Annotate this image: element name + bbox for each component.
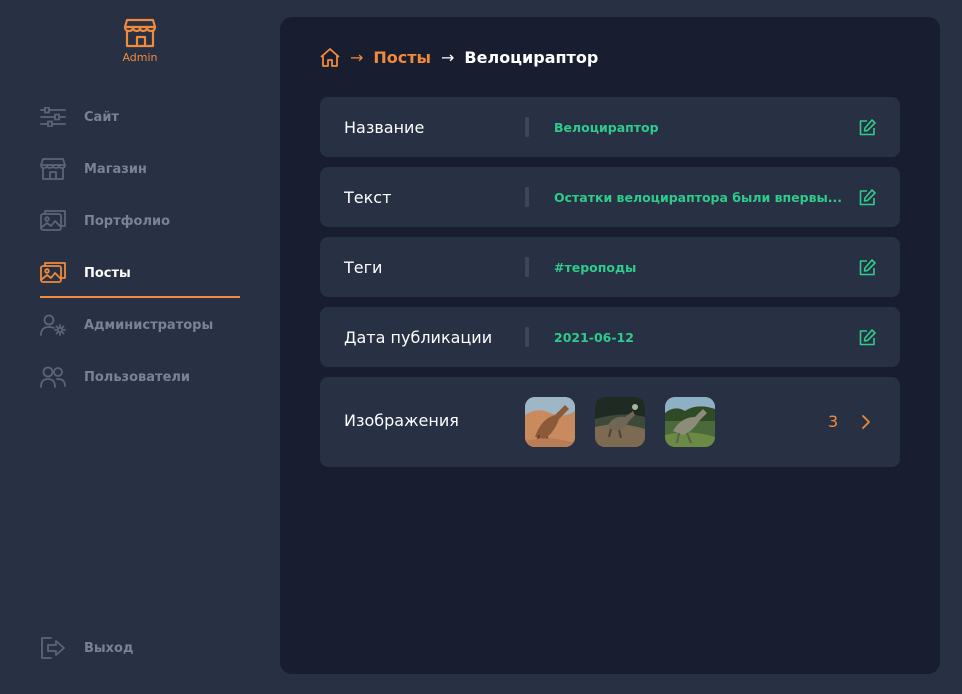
image-thumbnail[interactable] <box>595 397 645 447</box>
chevron-right-icon[interactable] <box>858 413 874 431</box>
sidebar-item-users[interactable]: Пользователи <box>40 362 240 392</box>
home-icon[interactable] <box>320 47 340 67</box>
posts-gallery-icon <box>40 262 66 284</box>
sidebar-item-shop[interactable]: Магазин <box>40 154 240 184</box>
edit-icon[interactable] <box>858 258 876 276</box>
edit-icon[interactable] <box>858 188 876 206</box>
field-label: Теги <box>344 257 383 277</box>
admin-user-icon <box>40 314 66 336</box>
sidebar-item-portfolio[interactable]: Портфолио <box>40 206 240 236</box>
image-thumbnail[interactable] <box>665 397 715 447</box>
sidebar-item-label: Посты <box>84 265 131 281</box>
field-value: Остатки велоцираптора были впервы... <box>554 189 843 205</box>
admin-logo[interactable]: Admin <box>100 18 180 64</box>
breadcrumb-posts-link[interactable]: Посты <box>373 48 431 67</box>
logout-label: Выход <box>84 640 134 656</box>
sidebar-item-label: Сайт <box>84 109 119 125</box>
sliders-icon <box>40 106 66 128</box>
field-divider <box>525 187 529 207</box>
field-value: 2021-06-12 <box>554 329 634 345</box>
field-divider <box>525 327 529 347</box>
edit-icon[interactable] <box>858 118 876 136</box>
logout-button[interactable]: Выход <box>40 633 240 663</box>
active-indicator <box>40 296 240 298</box>
users-icon <box>40 366 66 388</box>
field-label: Дата публикации <box>344 327 493 347</box>
sidebar-item-admins[interactable]: Администраторы <box>40 310 240 340</box>
field-divider <box>525 257 529 277</box>
field-row-text: Текст Остатки велоцираптора были впервы.… <box>320 167 900 227</box>
gallery-icon <box>40 210 66 232</box>
breadcrumb-arrow-icon: → <box>350 47 364 67</box>
sidebar-item-site[interactable]: Сайт <box>40 102 240 132</box>
sidebar-item-label: Администраторы <box>84 317 214 333</box>
image-count: 3 <box>828 412 839 431</box>
main-panel: → Посты → Велоцираптор Название Велоцира… <box>280 17 940 674</box>
sidebar-item-label: Пользователи <box>84 369 191 385</box>
image-thumbnail[interactable] <box>525 397 575 447</box>
sidebar-item-label: Портфолио <box>84 213 171 229</box>
breadcrumb-current: Велоцираптор <box>464 47 599 67</box>
sidebar-item-posts[interactable]: Посты <box>40 258 240 288</box>
field-row-title: Название Велоцираптор <box>320 97 900 157</box>
sidebar: Admin Сайт Магазин Портфолио Посты Админ… <box>0 0 280 694</box>
field-divider <box>525 117 529 137</box>
field-label: Изображения <box>344 411 459 430</box>
field-row-tags: Теги #тероподы <box>320 237 900 297</box>
storefront-icon <box>123 18 157 48</box>
field-row-date: Дата публикации 2021-06-12 <box>320 307 900 367</box>
field-value: #тероподы <box>554 259 637 275</box>
edit-icon[interactable] <box>858 328 876 346</box>
breadcrumb: → Посты → Велоцираптор <box>320 46 598 68</box>
store-icon <box>40 158 66 180</box>
field-label: Текст <box>344 187 392 207</box>
field-value: Велоцираптор <box>554 119 659 135</box>
field-label: Название <box>344 117 425 137</box>
sidebar-item-label: Магазин <box>84 161 147 177</box>
logo-label: Admin <box>122 51 158 64</box>
logout-icon <box>40 637 66 659</box>
breadcrumb-arrow-icon: → <box>441 47 455 67</box>
field-row-images[interactable]: Изображения 3 <box>320 377 900 467</box>
